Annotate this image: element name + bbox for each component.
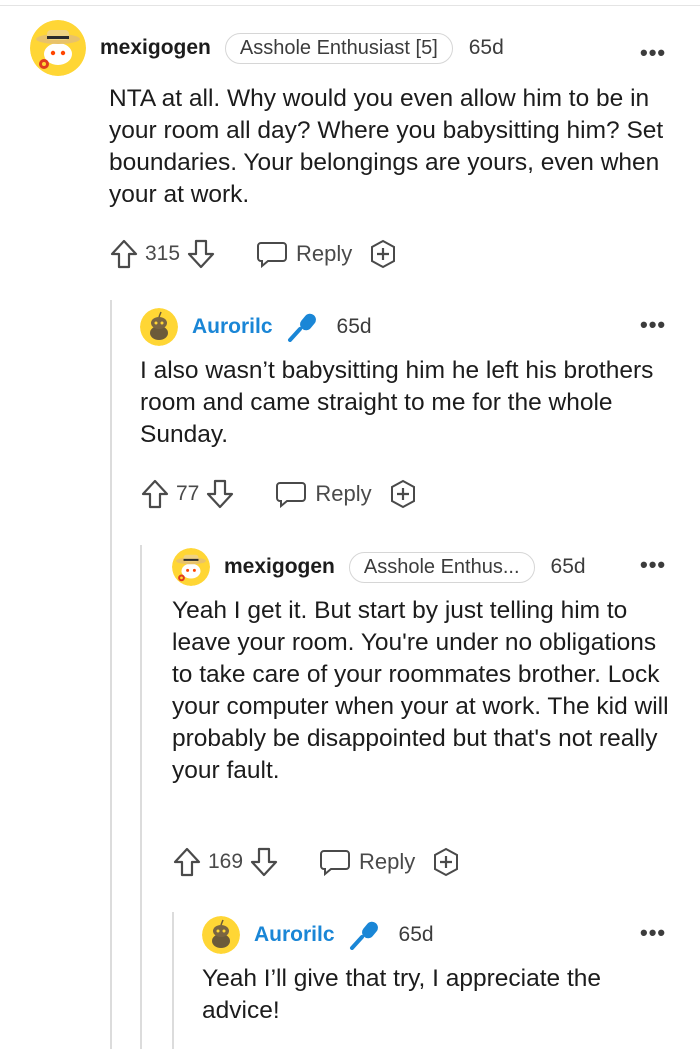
more-options-button[interactable]: ••• <box>640 920 666 946</box>
vote-count: 315 <box>145 242 181 265</box>
reply-button[interactable]: Reply <box>275 480 372 508</box>
username[interactable]: Aurorilc <box>192 315 273 339</box>
upvote-icon[interactable] <box>172 846 202 878</box>
reply-bubble-icon <box>320 850 351 876</box>
username[interactable]: mexigogen <box>100 36 211 60</box>
top-divider <box>0 5 700 6</box>
comment-age: 65d <box>336 315 372 338</box>
straw-hat-snoo-avatar <box>30 20 86 76</box>
reply-bubble-icon <box>257 242 288 268</box>
comment-age: 65d <box>398 923 434 946</box>
comment-actions: 77 Reply <box>140 477 418 511</box>
comment-actions: 169 Reply <box>172 845 461 879</box>
vote-count: 77 <box>176 482 200 505</box>
award-icon[interactable] <box>368 239 398 269</box>
thread-rail[interactable] <box>140 545 142 1049</box>
downvote-icon[interactable] <box>186 238 216 270</box>
downvote-icon[interactable] <box>205 478 235 510</box>
yellow-snoo-avatar <box>140 308 178 346</box>
user-avatar[interactable] <box>30 20 86 76</box>
vote-count: 169 <box>208 850 244 873</box>
user-flair: Asshole Enthus... <box>348 551 535 583</box>
comment-body: NTA at all. Why would you even allow him… <box>109 85 664 208</box>
straw-hat-snoo-avatar <box>172 548 210 586</box>
comment-body: Yeah I’ll give that try, I appreciate th… <box>202 965 602 1024</box>
downvote-icon[interactable] <box>249 846 279 878</box>
username[interactable]: Aurorilc <box>254 923 335 947</box>
thread-rail[interactable] <box>172 912 174 1049</box>
comment-header: mexigogen Asshole Enthus... 65d <box>172 548 586 586</box>
user-avatar[interactable] <box>140 308 178 346</box>
award-icon[interactable] <box>388 479 418 509</box>
award-icon[interactable] <box>431 847 461 877</box>
comment-header: Aurorilc 65d <box>202 916 434 954</box>
comment-body: I also wasn’t babysitting him he left hi… <box>140 357 654 448</box>
reply-label: Reply <box>315 481 372 506</box>
reply-bubble-icon <box>276 482 307 508</box>
more-options-button[interactable]: ••• <box>640 552 666 578</box>
upvote-icon[interactable] <box>109 238 139 270</box>
user-avatar[interactable] <box>202 916 240 954</box>
upvote-icon[interactable] <box>140 478 170 510</box>
comment-header: mexigogen Asshole Enthusiast [5] 65d <box>30 20 504 76</box>
microphone-icon <box>287 313 316 342</box>
reply-label: Reply <box>359 849 416 874</box>
yellow-snoo-avatar <box>202 916 240 954</box>
more-options-button[interactable]: ••• <box>640 312 666 338</box>
comment-header: Aurorilc 65d <box>140 308 372 346</box>
reply-button[interactable]: Reply <box>256 240 352 268</box>
microphone-icon <box>349 921 378 950</box>
username[interactable]: mexigogen <box>224 555 335 579</box>
thread-rail[interactable] <box>110 300 112 1049</box>
reply-label: Reply <box>296 241 353 266</box>
more-options-button[interactable]: ••• <box>640 40 666 66</box>
reply-button[interactable]: Reply <box>319 848 415 876</box>
comment-body: Yeah I get it. But start by just telling… <box>172 597 669 784</box>
comment-actions: 315 Reply <box>109 237 398 271</box>
comment-age: 65d <box>550 555 586 578</box>
comment-age: 65d <box>468 36 504 59</box>
user-avatar[interactable] <box>172 548 210 586</box>
user-flair: Asshole Enthusiast [5] <box>224 32 453 64</box>
